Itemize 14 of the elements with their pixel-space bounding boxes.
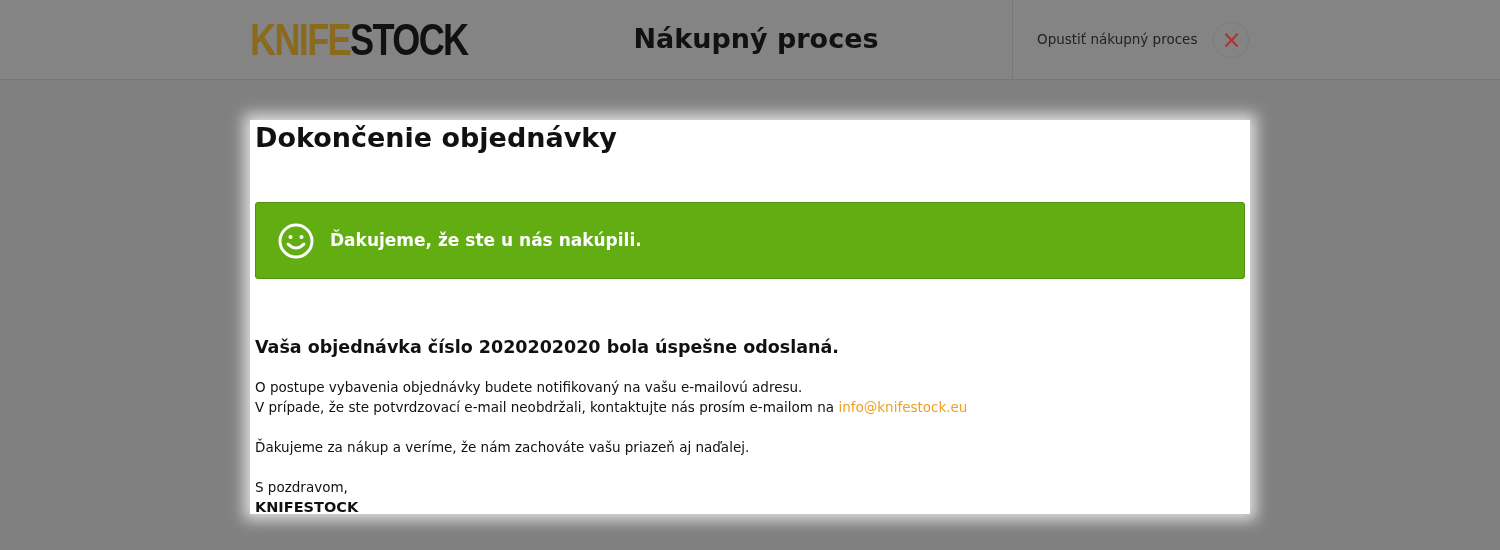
info-text: V prípade, že ste potvrdzovací e-mail neobdržali, kontaktujte nás prosím e-mailom na info@knifestock.eu (255, 397, 969, 417)
exit-label: Opustiť nákupný proces (1037, 30, 1198, 50)
logo[interactable]: KNIFESTOCK (250, 17, 468, 62)
alert-message: Ďakujeme, že ste u nás nakúpili. (330, 228, 642, 253)
info-text: O postupe vybavenia objednávky budete notifikovaný na vašu e-mailovú adresu. (255, 377, 804, 397)
greeting-text: S pozdravom, (255, 477, 349, 497)
dialog-title: Dokončenie objednávky (255, 121, 618, 155)
signature-text: KNIFESTOCK (255, 497, 360, 517)
email-link[interactable]: info@knifestock.eu (838, 398, 968, 415)
page-title: Nákupný proces (633, 23, 879, 55)
smiley-icon (278, 222, 314, 259)
thanks-text: Ďakujeme za nákup a veríme, že nám zachováte vašu priazeň aj naďalej. (255, 437, 751, 457)
order-confirmation-heading: Vaša objednávka číslo 2020202020 bola úspešne odoslaná. (255, 336, 840, 360)
close-button[interactable]: × (1213, 21, 1250, 58)
